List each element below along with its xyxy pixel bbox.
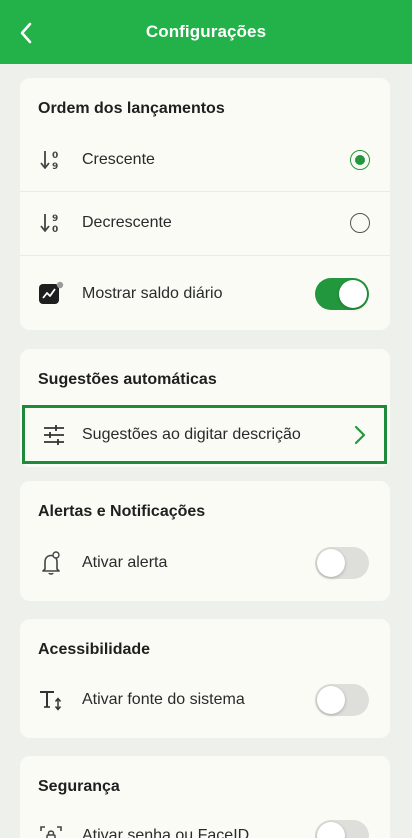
daily-balance-label: Mostrar saldo diário (82, 285, 223, 302)
sliders-icon (41, 422, 67, 448)
font-size-icon (38, 687, 64, 713)
top-bar: Configurações (0, 0, 412, 64)
accessibility-card: Acessibilidade Ativar fonte do sistema (20, 619, 390, 738)
chart-trend-icon (38, 281, 64, 307)
order-section-title: Ordem dos lançamentos (38, 100, 225, 117)
descending-option[interactable]: 9 0 Decrescente (20, 191, 390, 255)
chevron-left-icon (20, 22, 32, 44)
security-label: Ativar senha ou FaceID (82, 827, 250, 838)
alert-toggle[interactable] (315, 547, 369, 579)
system-font-label: Ativar fonte do sistema (82, 691, 245, 708)
sort-ascending-icon: 0 9 (38, 147, 64, 173)
back-button[interactable] (12, 18, 40, 48)
toggle-knob (317, 549, 345, 577)
ascending-label: Crescente (82, 151, 155, 168)
daily-balance-row[interactable]: Mostrar saldo diário (20, 262, 390, 326)
svg-text:0: 0 (52, 225, 58, 235)
alerts-section-title: Alertas e Notificações (38, 503, 206, 520)
descending-radio[interactable] (350, 213, 370, 233)
alerts-card: Alertas e Notificações Ativar alerta (20, 481, 390, 601)
toggle-knob (317, 686, 345, 714)
typing-suggestions-item[interactable]: Sugestões ao digitar descrição (22, 405, 387, 464)
order-card: Ordem dos lançamentos 0 9 Crescente 9 0 … (20, 78, 390, 330)
suggestions-section-title: Sugestões automáticas (38, 371, 217, 388)
face-lock-icon (38, 823, 64, 838)
security-toggle[interactable] (315, 820, 369, 838)
typing-suggestions-label: Sugestões ao digitar descrição (82, 425, 301, 443)
toggle-knob (339, 280, 367, 308)
page-title: Configurações (145, 22, 267, 41)
accessibility-section-title: Acessibilidade (38, 641, 151, 658)
toggle-knob (317, 822, 345, 838)
ascending-option[interactable]: 0 9 Crescente (20, 128, 390, 192)
daily-balance-toggle[interactable] (315, 278, 369, 310)
security-section-title: Segurança (38, 778, 120, 795)
system-font-toggle[interactable] (315, 684, 369, 716)
svg-text:0: 0 (52, 151, 58, 161)
ascending-radio[interactable] (350, 150, 370, 170)
chevron-right-icon (352, 424, 368, 446)
alert-label: Ativar alerta (82, 554, 168, 571)
security-row[interactable]: Ativar senha ou FaceID (20, 804, 390, 838)
system-font-row[interactable]: Ativar fonte do sistema (20, 668, 390, 732)
bell-icon (38, 550, 64, 576)
descending-label: Decrescente (82, 214, 172, 231)
svg-text:9: 9 (52, 162, 58, 172)
alert-row[interactable]: Ativar alerta (20, 531, 390, 595)
svg-text:9: 9 (52, 214, 58, 224)
security-card: Segurança Ativar senha ou FaceID (20, 756, 390, 838)
divider (20, 255, 390, 256)
sort-descending-icon: 9 0 (38, 210, 64, 236)
